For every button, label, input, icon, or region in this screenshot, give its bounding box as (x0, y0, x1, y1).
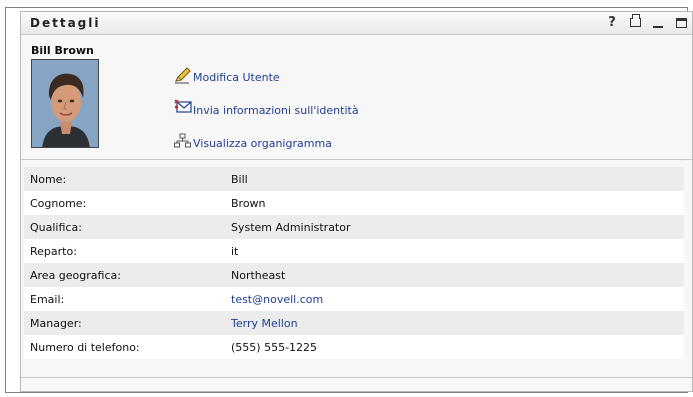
org-chart-icon (174, 132, 192, 150)
action-list: Modifica Utente Invia informazioni sull'… (174, 62, 359, 161)
field-value: it (231, 244, 239, 258)
table-row: Manager: Terry Mellon (24, 311, 684, 335)
table-row: Area geografica: Northeast (24, 263, 684, 287)
field-label: Reparto: (30, 244, 77, 258)
user-name: Bill Brown (31, 44, 94, 57)
field-label: Cognome: (30, 196, 87, 210)
portlet-title: Dettagli (30, 16, 101, 30)
field-value: (555) 555-1225 (231, 340, 318, 354)
org-chart-action[interactable]: Visualizza organigramma (174, 128, 359, 150)
manager-link[interactable]: Terry Mellon (231, 317, 298, 330)
portlet-titlebar: Dettagli ? (21, 12, 692, 35)
pencil-icon (174, 66, 192, 84)
help-icon[interactable]: ? (605, 15, 619, 30)
field-label: Manager: (30, 316, 82, 330)
details-portlet: Dettagli ? Bill Brown Modifica Utente In… (20, 11, 693, 392)
section-divider (21, 159, 692, 160)
table-row: Numero di telefono: (555) 555-1225 (24, 335, 684, 359)
table-row: Qualifica: System Administrator (24, 215, 684, 239)
field-label: Nome: (30, 172, 67, 186)
table-row: Cognome: Brown (24, 191, 684, 215)
field-label: Numero di telefono: (30, 340, 140, 354)
table-row: Reparto: it (24, 239, 684, 263)
field-value: Bill (231, 172, 248, 186)
field-label: Qualifica: (30, 220, 82, 234)
edit-user-action[interactable]: Modifica Utente (174, 62, 359, 84)
field-label: Email: (30, 292, 65, 306)
print-icon[interactable] (628, 14, 642, 30)
table-row: Nome: Bill (24, 167, 684, 191)
maximize-icon[interactable] (674, 15, 688, 30)
org-chart-link[interactable]: Visualizza organigramma (193, 137, 332, 150)
field-value: Brown (231, 196, 266, 210)
user-photo (31, 59, 99, 148)
field-value: System Administrator (231, 220, 351, 234)
window-frame: Dettagli ? Bill Brown Modifica Utente In… (5, 7, 693, 393)
edit-user-link[interactable]: Modifica Utente (193, 71, 280, 84)
field-value: Northeast (231, 268, 286, 282)
minimize-icon[interactable] (651, 15, 665, 30)
details-table: Nome: Bill Cognome: Brown Qualifica: Sys… (24, 167, 684, 359)
envelope-icon (174, 99, 192, 117)
send-identity-link[interactable]: Invia informazioni sull'identità (193, 104, 359, 117)
email-link[interactable]: test@novell.com (231, 293, 323, 306)
user-photo-image (32, 60, 98, 147)
table-row: Email: test@novell.com (24, 287, 684, 311)
send-identity-action[interactable]: Invia informazioni sull'identità (174, 95, 359, 117)
bottom-divider (21, 377, 692, 378)
field-label: Area geografica: (30, 268, 121, 282)
